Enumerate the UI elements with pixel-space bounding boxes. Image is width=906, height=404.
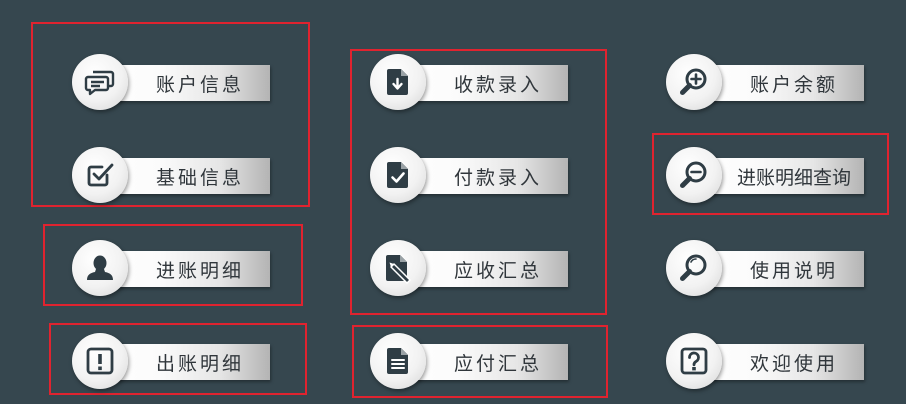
payable-summary-button[interactable]: 应付汇总	[370, 329, 570, 393]
search-icon	[680, 254, 707, 281]
user-icon	[87, 255, 113, 280]
help-icon	[680, 347, 708, 375]
button-label: 基础信息	[155, 166, 244, 189]
edit-doc-icon	[386, 255, 411, 284]
checkbox-icon	[87, 163, 114, 187]
icon-circle	[666, 147, 722, 203]
button-label: 出账明细	[155, 352, 244, 375]
icon-circle	[72, 147, 128, 203]
button-label: 收款录入	[453, 73, 542, 96]
icon-circle	[72, 240, 128, 296]
text-doc-icon	[387, 348, 408, 374]
incoming-detail-query-button[interactable]: 进账明细查询	[666, 143, 866, 207]
button-label: 使用说明	[749, 259, 838, 282]
icon-circle	[666, 54, 722, 110]
alert-icon	[86, 347, 114, 375]
button-label: 欢迎使用	[749, 352, 838, 375]
icon-circle	[666, 333, 722, 389]
check-doc-icon	[387, 162, 408, 188]
incoming-detail-button[interactable]: 进账明细	[72, 236, 272, 300]
payment-entry-button[interactable]: 付款录入	[370, 143, 570, 207]
icon-circle	[666, 240, 722, 296]
button-label: 进账明细查询	[736, 166, 851, 189]
icon-circle	[72, 54, 128, 110]
icon-circle	[370, 54, 426, 110]
zoom-in-icon	[680, 68, 707, 95]
welcome-button[interactable]: 欢迎使用	[666, 329, 866, 393]
receivable-summary-button[interactable]: 应收汇总	[370, 236, 570, 300]
button-label: 应收汇总	[453, 259, 542, 282]
button-label: 账户余额	[749, 73, 838, 96]
user-guide-button[interactable]: 使用说明	[666, 236, 866, 300]
button-label: 付款录入	[453, 166, 542, 189]
zoom-out-icon	[680, 161, 707, 188]
outgoing-detail-button[interactable]: 出账明细	[72, 329, 272, 393]
button-label: 进账明细	[155, 259, 244, 282]
icon-circle	[370, 240, 426, 296]
chat-icon	[84, 70, 115, 96]
account-info-button[interactable]: 账户信息	[72, 50, 272, 114]
download-doc-icon	[387, 69, 408, 95]
icon-circle	[72, 333, 128, 389]
button-label: 账户信息	[155, 73, 244, 96]
icon-circle	[370, 333, 426, 389]
basic-info-button[interactable]: 基础信息	[72, 143, 272, 207]
icon-circle	[370, 147, 426, 203]
receipt-entry-button[interactable]: 收款录入	[370, 50, 570, 114]
button-label: 应付汇总	[453, 352, 542, 375]
account-balance-button[interactable]: 账户余额	[666, 50, 866, 114]
